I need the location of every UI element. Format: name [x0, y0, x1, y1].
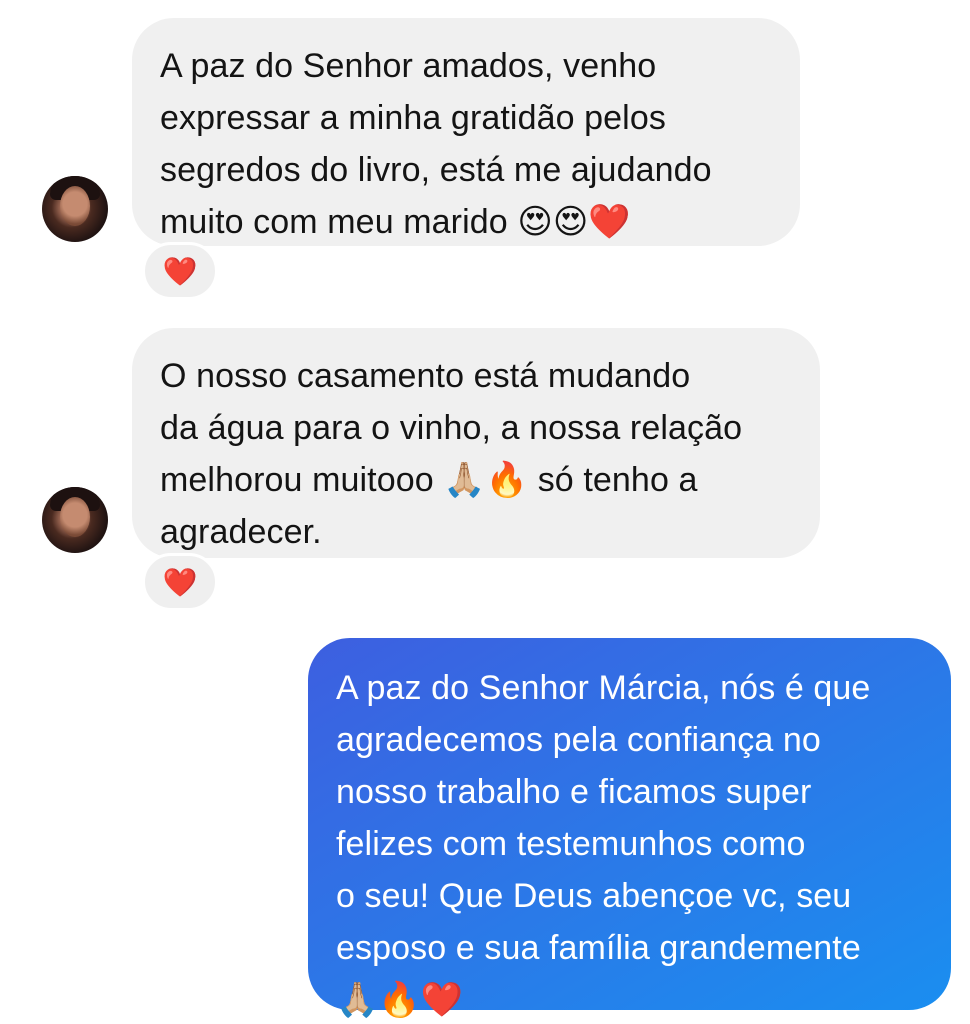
chat-thread: A paz do Senhor amados, venho expressar …: [0, 0, 970, 1024]
message-text-line: felizes com testemunhos como: [336, 825, 806, 863]
contact-avatar[interactable]: [42, 487, 108, 553]
heart-reaction-icon: ❤️: [162, 255, 198, 287]
message-text-line: agradecer.: [160, 513, 322, 551]
message-text-line: A paz do Senhor Márcia, nós é que: [336, 669, 871, 707]
contact-avatar[interactable]: [42, 176, 108, 242]
message-text-line: da água para o vinho, a nossa relação: [160, 409, 743, 447]
avatar-face: [60, 186, 90, 226]
message-text-line: A paz do Senhor amados, venho: [160, 47, 657, 85]
message-text-line: agradecemos pela confiança no: [336, 721, 821, 759]
message-text-line: o seu! Que Deus abençoe vc, seu: [336, 877, 852, 915]
message-text-line: expressar a minha gratidão pelos: [160, 99, 666, 137]
incoming-message-bubble[interactable]: A paz do Senhor amados, venho expressar …: [132, 18, 800, 246]
avatar-face: [60, 497, 90, 537]
message-text-line: segredos do livro, está me ajudando: [160, 151, 712, 189]
heart-reaction-icon: ❤️: [162, 566, 198, 598]
message-text-line: melhorou muitooo 🙏🏼🔥 só tenho a: [160, 461, 698, 499]
heart-reaction-badge[interactable]: ❤️: [142, 242, 218, 300]
message-text-line: nosso trabalho e ficamos super: [336, 773, 812, 811]
message-text-line: esposo e sua família grandemente: [336, 929, 861, 967]
heart-reaction-badge[interactable]: ❤️: [142, 553, 218, 611]
message-text-line: 🙏🏼🔥❤️: [336, 981, 464, 1019]
message-text-line: muito com meu marido 😍😍❤️: [160, 203, 631, 241]
message-text-line: O nosso casamento está mudando: [160, 357, 691, 395]
outgoing-message-bubble[interactable]: A paz do Senhor Márcia, nós é que agrade…: [308, 638, 951, 1019]
incoming-message-bubble[interactable]: O nosso casamento está mudando da água p…: [132, 328, 820, 558]
